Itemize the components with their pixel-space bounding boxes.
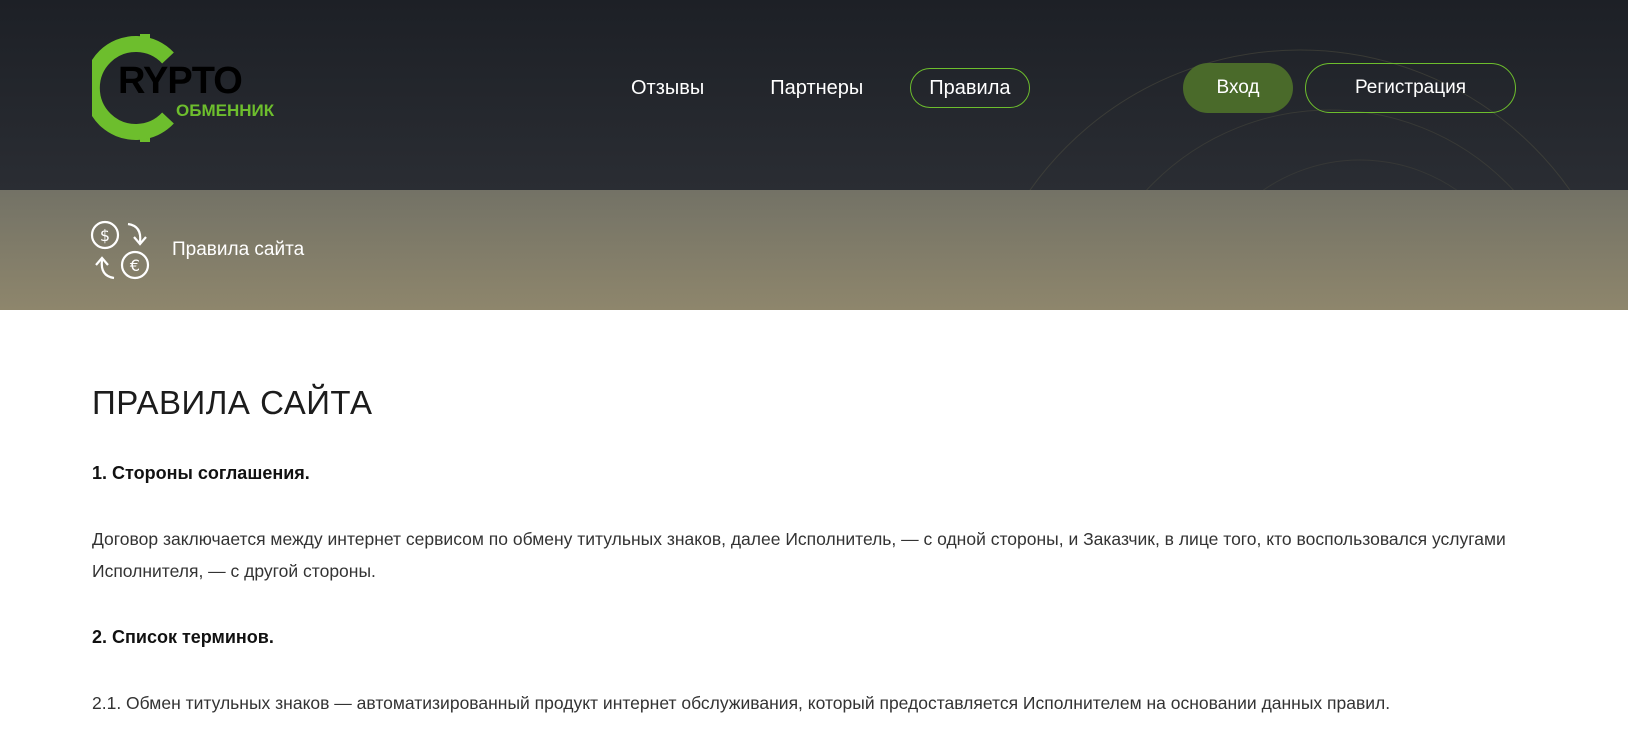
logo-wordmark: RYPTO (118, 60, 243, 102)
section-title: 2. Список терминов. (92, 627, 274, 647)
site-logo[interactable]: RYPTO ОБМЕННИК (83, 34, 292, 142)
register-button[interactable]: Регистрация (1305, 63, 1516, 113)
main-content: ПРАВИЛА САЙТА 1. Стороны соглашения. Дог… (0, 383, 1628, 719)
section-title: 1. Стороны соглашения. (92, 463, 310, 483)
currency-exchange-icon: $ € (90, 220, 150, 280)
svg-text:€: € (130, 256, 140, 275)
banner-title: Правила сайта (172, 239, 305, 260)
section-paragraph: Договор заключается между интернет серви… (92, 529, 1506, 581)
page-banner: $ € Правила сайта (0, 190, 1628, 310)
nav-item-partners[interactable]: Партнеры (751, 68, 882, 108)
svg-text:$: $ (100, 226, 110, 245)
section-paragraph: 2.1. Обмен титульных знаков — автоматизи… (92, 693, 1391, 713)
logo-subtitle: ОБМЕННИК (176, 101, 275, 120)
nav-item-rules[interactable]: Правила (910, 68, 1030, 108)
main-nav: Отзывы Партнеры Правила (612, 68, 1058, 108)
nav-item-reviews[interactable]: Отзывы (612, 68, 723, 108)
page-title: ПРАВИЛА САЙТА (92, 384, 373, 421)
login-button[interactable]: Вход (1183, 63, 1293, 113)
site-header: RYPTO ОБМЕННИК Отзывы Партнеры Правила В… (0, 0, 1628, 190)
